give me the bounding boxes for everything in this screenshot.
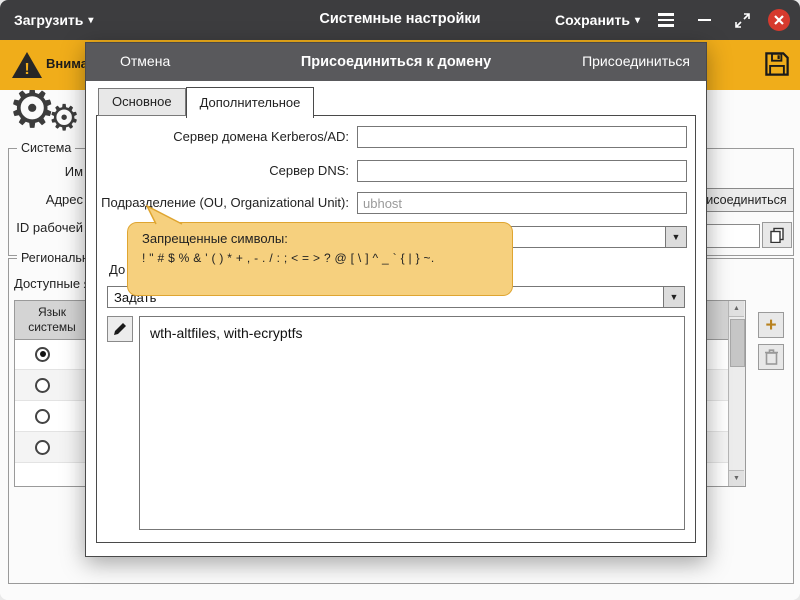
fullscreen-icon xyxy=(735,13,750,28)
dialog-header: Отмена Присоединиться к домену Присоедин… xyxy=(86,43,706,81)
forbidden-symbols-tooltip: Запрещенные символы: ! " # $ % & ' ( ) *… xyxy=(127,222,513,296)
edit-button[interactable] xyxy=(107,316,133,342)
additional-field-label: До xyxy=(109,262,125,277)
chevron-down-icon: ▾ xyxy=(635,15,640,26)
dialog-join-button[interactable]: Присоединиться xyxy=(582,53,690,69)
tooltip-tail xyxy=(142,205,186,225)
close-icon xyxy=(774,15,784,25)
kerberos-server-label: Сервер домена Kerberos/AD: xyxy=(97,129,349,144)
fullscreen-button[interactable] xyxy=(730,9,754,31)
copy-button[interactable] xyxy=(762,222,792,248)
system-section-legend: Система xyxy=(17,141,75,155)
regional-section-legend: Региональн xyxy=(17,251,93,265)
modules-textarea[interactable]: wth-altfiles, with-ecryptfs xyxy=(139,316,685,530)
dropdown-arrow-icon[interactable]: ▼ xyxy=(665,227,686,247)
workgroup-id-label: ID рабочей xyxy=(0,220,83,235)
join-domain-button[interactable]: рисоединиться xyxy=(692,188,794,212)
radio-button-selected[interactable] xyxy=(35,347,50,362)
hamburger-menu-button[interactable] xyxy=(654,9,678,31)
available-languages-label: Доступные я xyxy=(14,276,91,291)
scroll-up-icon[interactable]: ▲ xyxy=(729,301,744,317)
scroll-down-icon[interactable]: ▼ xyxy=(729,470,744,486)
pencil-icon xyxy=(112,321,128,337)
language-column-header: Язык системы xyxy=(19,305,85,335)
dropdown-arrow-icon[interactable]: ▼ xyxy=(663,287,684,307)
join-domain-button-label: рисоединиться xyxy=(699,193,786,207)
dialog-cancel-button[interactable]: Отмена xyxy=(120,53,170,69)
page-title: Системные настройки xyxy=(0,11,800,27)
trash-icon xyxy=(764,349,779,365)
tab-additional[interactable]: Дополнительное xyxy=(186,87,315,118)
minimize-icon xyxy=(698,19,711,22)
tab-main[interactable]: Основное xyxy=(98,88,186,116)
server-address-label: Адрес xyxy=(0,192,83,207)
svg-text:!: ! xyxy=(24,61,29,78)
add-language-button[interactable]: + xyxy=(758,312,784,338)
computer-name-label: Им xyxy=(0,164,83,179)
workgroup-id-input[interactable] xyxy=(700,224,760,248)
gear-icon: ⚙ xyxy=(48,98,80,138)
save-icon-button[interactable] xyxy=(760,49,794,81)
copy-icon xyxy=(769,227,785,243)
settings-gears-icon: ⚙ ⚙ xyxy=(8,88,88,146)
ou-label: Подразделение (OU, Organizational Unit): xyxy=(97,195,349,210)
join-domain-dialog: Отмена Присоединиться к домену Присоедин… xyxy=(85,42,707,557)
floppy-disk-icon xyxy=(762,49,792,79)
ou-input[interactable] xyxy=(357,192,687,214)
tooltip-title: Запрещенные символы: xyxy=(142,231,498,246)
radio-button[interactable] xyxy=(35,440,50,455)
minimize-button[interactable] xyxy=(692,9,716,31)
dns-server-label: Сервер DNS: xyxy=(97,163,349,178)
radio-button[interactable] xyxy=(35,378,50,393)
save-menu-label: Сохранить xyxy=(555,12,630,28)
plus-icon: + xyxy=(765,316,776,335)
dns-server-input[interactable] xyxy=(357,160,687,182)
tooltip-symbols: ! " # $ % & ' ( ) * + , - . / : ; < = > … xyxy=(142,251,498,265)
app-window: Загрузить ▾ Системные настройки Сохранит… xyxy=(0,0,800,600)
titlebar: Загрузить ▾ Системные настройки Сохранит… xyxy=(0,0,800,40)
warning-icon: ! xyxy=(10,50,44,80)
radio-button[interactable] xyxy=(35,409,50,424)
additional-tab-panel: Сервер домена Kerberos/AD: Сервер DNS: П… xyxy=(96,115,696,543)
close-button[interactable] xyxy=(768,9,790,31)
save-menu-button[interactable]: Сохранить ▾ xyxy=(555,9,640,31)
delete-language-button[interactable] xyxy=(758,344,784,370)
table-scrollbar[interactable]: ▲ ▼ xyxy=(728,301,745,486)
hamburger-icon xyxy=(658,13,674,27)
scrollbar-thumb[interactable] xyxy=(730,319,745,367)
kerberos-server-input[interactable] xyxy=(357,126,687,148)
dialog-tabs: Основное Дополнительное xyxy=(98,87,314,118)
